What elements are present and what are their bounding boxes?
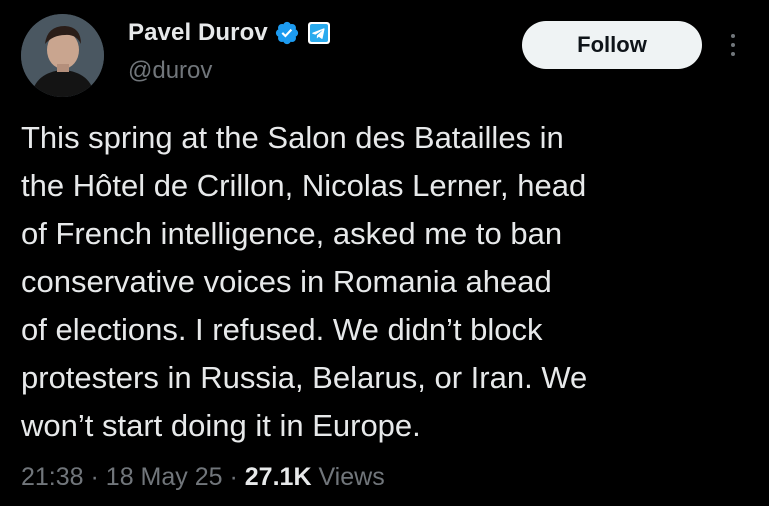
tweet-text-line: conservative voices in Romania ahead <box>21 264 552 299</box>
tweet-meta: 21:38 · 18 May 25 · 27.1K Views <box>21 463 385 492</box>
more-vertical-icon[interactable] <box>728 34 738 60</box>
tweet-text-line: This spring at the Salon des Batailles i… <box>21 120 564 155</box>
meta-separator: · <box>229 463 238 491</box>
telegram-icon[interactable] <box>307 22 330 44</box>
tweet-text-line: the Hôtel de Crillon, Nicolas Lerner, he… <box>21 168 587 203</box>
views-count[interactable]: 27.1K <box>245 463 312 491</box>
tweet-text-line: of elections. I refused. We didn’t block <box>21 312 543 347</box>
tweet-text-line: won’t start doing it in Europe. <box>21 408 421 443</box>
views-label: Views <box>318 463 385 491</box>
author-name-row: Pavel Durov <box>128 19 330 47</box>
avatar[interactable] <box>21 14 104 97</box>
tweet-time[interactable]: 21:38 <box>21 463 84 491</box>
tweet-date[interactable]: 18 May 25 <box>106 463 223 491</box>
tweet-text-line: protesters in Russia, Belarus, or Iran. … <box>21 360 588 395</box>
author-handle[interactable]: @durov <box>128 57 212 85</box>
avatar-photo <box>21 14 104 97</box>
tweet-card: Pavel Durov @durov Follow This spring at… <box>0 0 769 506</box>
display-name[interactable]: Pavel Durov <box>128 19 268 47</box>
tweet-text-line: of French intelligence, asked me to ban <box>21 216 563 251</box>
verified-badge-icon[interactable] <box>274 20 300 46</box>
follow-button[interactable]: Follow <box>522 21 702 69</box>
tweet-text: This spring at the Salon des Batailles i… <box>21 114 741 450</box>
meta-separator: · <box>90 463 99 491</box>
